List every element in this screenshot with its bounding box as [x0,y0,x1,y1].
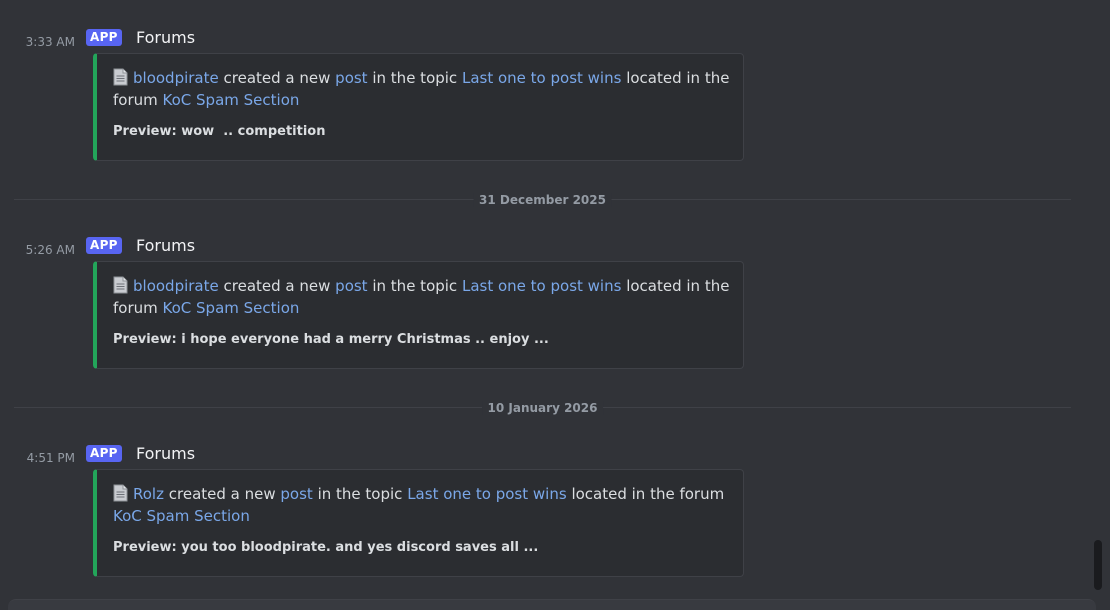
scrollbar-thumb[interactable] [1094,540,1102,590]
date-divider: 31 December 2025 [14,193,1071,207]
document-icon [113,68,128,86]
embed-text: created a new [168,485,276,503]
date-divider-label: 31 December 2025 [473,193,612,207]
embed-text: in the topic [372,277,458,295]
embed-description: bloodpirate created a new post in the to… [113,67,733,111]
embed-text: created a new [223,277,331,295]
message-author[interactable]: Forums [136,28,195,48]
post-link[interactable]: post [280,485,312,503]
embed: bloodpirate created a new post in the to… [93,261,744,369]
embed-preview: Preview: i hope everyone had a merry Chr… [113,332,549,347]
embed-preview: Preview: you too bloodpirate. and yes di… [113,540,539,555]
embed-text: in the topic [372,69,458,87]
message-timestamp[interactable]: 3:33 AM [0,35,75,49]
post-link[interactable]: post [335,69,367,87]
user-link[interactable]: Rolz [133,485,164,503]
topic-link[interactable]: Last one to post wins [462,69,621,87]
user-link[interactable]: bloodpirate [133,69,219,87]
post-link[interactable]: post [335,277,367,295]
chat-scroller: 3:33 AM APP Forums bloodpirate created a… [0,0,1110,610]
message-author[interactable]: Forums [136,236,195,256]
message-composer[interactable] [8,599,1096,610]
embed: Rolz created a new post in the topic Las… [93,469,744,577]
topic-link[interactable]: Last one to post wins [407,485,566,503]
embed-description: Rolz created a new post in the topic Las… [113,483,733,527]
message-timestamp[interactable]: 5:26 AM [0,243,75,257]
message-author[interactable]: Forums [136,444,195,464]
embed-text: created a new [223,69,331,87]
embed: bloodpirate created a new post in the to… [93,53,744,161]
forum-link[interactable]: KoC Spam Section [163,299,300,317]
app-badge: APP [86,237,122,254]
topic-link[interactable]: Last one to post wins [462,277,621,295]
date-divider: 10 January 2026 [14,401,1071,415]
embed-preview: Preview: wow .. competition [113,124,326,139]
message-timestamp[interactable]: 4:51 PM [0,451,75,465]
user-link[interactable]: bloodpirate [133,277,219,295]
embed-text: located in the forum [571,485,725,503]
embed-description: bloodpirate created a new post in the to… [113,275,733,319]
embed-text: in the topic [317,485,403,503]
forum-link[interactable]: KoC Spam Section [113,507,250,525]
app-badge: APP [86,445,122,462]
date-divider-label: 10 January 2026 [481,401,604,415]
forum-link[interactable]: KoC Spam Section [163,91,300,109]
document-icon [113,484,128,502]
app-badge: APP [86,29,122,46]
document-icon [113,276,128,294]
